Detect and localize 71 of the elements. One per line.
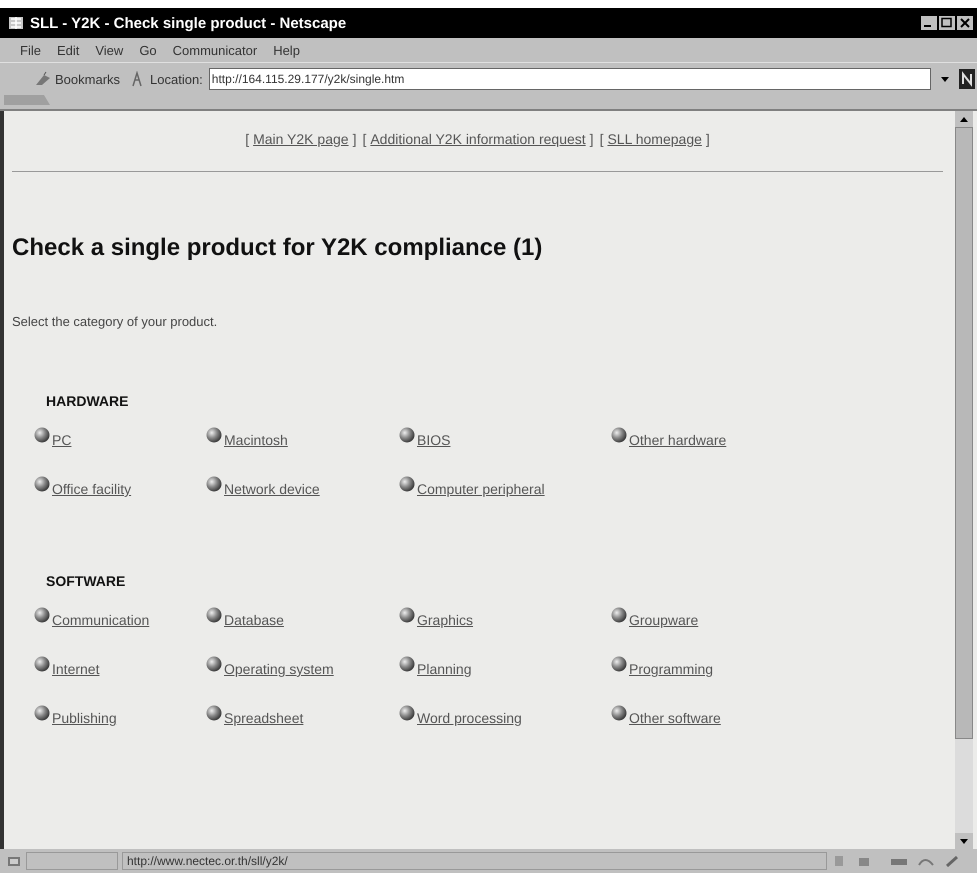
nav-link[interactable]: Main Y2K page [253, 131, 349, 147]
category-link[interactable]: Planning [417, 661, 472, 677]
bullet-icon [399, 607, 415, 623]
menu-item[interactable]: File [20, 42, 41, 58]
bullet-icon [206, 656, 222, 672]
bullet-icon [611, 427, 627, 443]
bracket-text: [ [600, 131, 604, 147]
nav-link[interactable]: Additional Y2K information request [370, 131, 586, 147]
netscape-logo-icon [959, 69, 975, 89]
category-link[interactable]: BIOS [417, 432, 450, 448]
maximize-icon[interactable] [939, 16, 955, 30]
menu-item[interactable]: View [95, 42, 124, 58]
category-link[interactable]: Other hardware [629, 432, 726, 448]
nav-link[interactable]: SLL homepage [607, 131, 702, 147]
window-title: SLL - Y2K - Check single product - Netscape [30, 14, 348, 32]
menu-item[interactable]: Edit [56, 42, 80, 58]
menu-item[interactable]: Go [139, 42, 157, 58]
bullet-icon [34, 656, 50, 672]
page-heading: Check a single product for Y2K compliance (1) [12, 234, 544, 262]
bullet-icon [206, 607, 222, 623]
category-link[interactable]: Operating system [224, 661, 334, 677]
category-link[interactable]: Graphics [417, 612, 474, 628]
bullet-icon [399, 656, 415, 672]
bullet-icon [34, 705, 50, 721]
category-link[interactable]: PC [52, 432, 72, 448]
bracket-text: ] [352, 131, 356, 147]
bracket-text: ] [706, 131, 710, 147]
category-link[interactable]: Other software [629, 710, 721, 726]
category-link[interactable]: Spreadsheet [224, 710, 304, 726]
bracket-text: [ [362, 131, 366, 147]
url-field[interactable]: http://164.115.29.177/y2k/single.htm [208, 68, 931, 90]
bullet-icon [34, 607, 50, 623]
category-link[interactable]: Publishing [52, 710, 117, 726]
bullet-icon [34, 476, 50, 492]
close-icon[interactable] [957, 16, 973, 30]
bullet-icon [399, 476, 415, 492]
menu-item[interactable]: Communicator [172, 42, 258, 58]
category-link[interactable]: Database [224, 612, 284, 628]
section-heading: HARDWARE [46, 393, 128, 409]
location-icon [130, 71, 144, 87]
scroll-thumb[interactable] [955, 127, 973, 739]
minimize-icon[interactable] [921, 16, 937, 30]
category-link[interactable]: Internet [52, 661, 100, 677]
bullet-icon [399, 427, 415, 443]
instruction-text: Select the category of your product. [12, 314, 218, 329]
category-link[interactable]: Network device [224, 481, 320, 497]
category-link[interactable]: Macintosh [224, 432, 288, 448]
bullet-icon [34, 427, 50, 443]
category-link[interactable]: Computer peripheral [417, 481, 545, 497]
bracket-text: [ [245, 131, 250, 147]
bracket-text: ] [590, 131, 594, 147]
bullet-icon [206, 705, 222, 721]
bullet-icon [206, 427, 222, 443]
bullet-icon [206, 476, 222, 492]
category-link[interactable]: Word processing [417, 710, 522, 726]
connection-icon [6, 854, 22, 868]
section-heading: SOFTWARE [46, 573, 126, 589]
location-label: Location: [150, 72, 203, 86]
bullet-icon [399, 705, 415, 721]
bullet-icon [611, 656, 627, 672]
category-link[interactable]: Programming [629, 661, 714, 677]
bookmark-icon [34, 71, 52, 87]
status-text: http://www.nectec.or.th/sll/y2k/ [122, 852, 827, 870]
app-icon [8, 15, 24, 31]
menu-item[interactable]: Help [273, 42, 300, 58]
category-link[interactable]: Groupware [629, 612, 698, 628]
category-link[interactable]: Communication [52, 612, 150, 628]
category-link[interactable]: Office facility [52, 481, 132, 497]
bullet-icon [611, 705, 627, 721]
bullet-icon [611, 607, 627, 623]
bookmarks-button[interactable]: Bookmarks [30, 69, 124, 89]
